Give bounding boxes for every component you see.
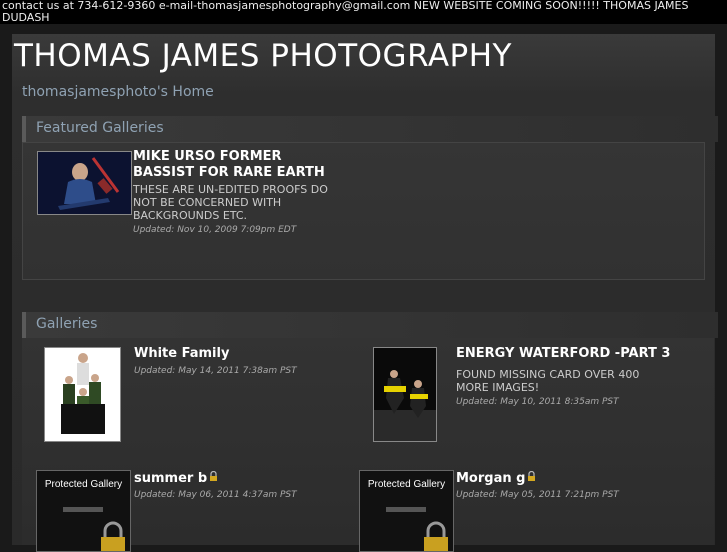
lock-icon — [210, 471, 218, 481]
gallery-updated-energy-waterford: Updated: May 10, 2011 8:35am PST — [456, 397, 619, 407]
lock-icon — [63, 507, 125, 551]
galleries-list: White Family Updated: May 14, 2011 7:38a… — [22, 338, 714, 552]
gallery-title-summer-b-text[interactable]: summer b — [134, 471, 207, 486]
galleries-heading: Galleries — [36, 316, 98, 332]
gallery-updated-summer-b: Updated: May 06, 2011 4:37am PST — [134, 490, 297, 500]
dance-photo-icon — [374, 348, 436, 441]
featured-gallery-thumbnail[interactable] — [37, 151, 132, 215]
gallery-title-white-family[interactable]: White Family — [134, 346, 229, 362]
lock-icon — [528, 471, 536, 481]
bassist-photo-icon — [38, 152, 131, 214]
featured-gallery-updated: Updated: Nov 10, 2009 7:09pm EDT — [133, 225, 297, 235]
gallery-thumbnail-summer-b[interactable]: Protected Gallery — [36, 470, 131, 552]
contact-banner-text: contact us at 734-612-9360 e-mail-thomas… — [2, 0, 689, 24]
galleries-header: Galleries — [22, 312, 718, 338]
page-container: THOMAS JAMES PHOTOGRAPHY thomasjamesphot… — [12, 34, 718, 552]
site-title: THOMAS JAMES PHOTOGRAPHY — [14, 38, 512, 74]
gallery-thumbnail-white-family[interactable] — [44, 347, 121, 442]
featured-gallery-title[interactable]: MIKE URSO FORMER BASSIST FOR RARE EARTH — [133, 149, 343, 181]
gallery-title-summer-b[interactable]: summer b — [134, 471, 218, 487]
gallery-title-morgan-g[interactable]: Morgan g — [456, 471, 536, 487]
gallery-thumbnail-morgan-g[interactable]: Protected Gallery — [359, 470, 454, 552]
featured-gallery-description: THESE ARE UN-EDITED PROOFS DO NOT BE CON… — [133, 183, 328, 222]
gallery-title-morgan-g-text[interactable]: Morgan g — [456, 471, 525, 486]
home-breadcrumb-link[interactable]: thomasjamesphoto's Home — [22, 84, 214, 100]
family-photo-icon — [45, 348, 120, 441]
gallery-title-energy-waterford[interactable]: ENERGY WATERFORD -PART 3 — [456, 346, 670, 362]
gallery-updated-morgan-g: Updated: May 05, 2011 7:21pm PST — [456, 490, 619, 500]
gallery-updated-white-family: Updated: May 14, 2011 7:38am PST — [134, 366, 297, 376]
contact-banner: contact us at 734-612-9360 e-mail-thomas… — [0, 0, 727, 24]
gallery-description-energy-waterford: FOUND MISSING CARD OVER 400 MORE IMAGES! — [456, 368, 640, 394]
gallery-thumbnail-energy-waterford[interactable] — [373, 347, 437, 442]
lock-icon — [386, 507, 448, 551]
featured-gallery-card: MIKE URSO FORMER BASSIST FOR RARE EARTH … — [22, 142, 705, 280]
featured-galleries-heading: Featured Galleries — [36, 120, 164, 136]
featured-galleries-header: Featured Galleries — [22, 116, 718, 142]
